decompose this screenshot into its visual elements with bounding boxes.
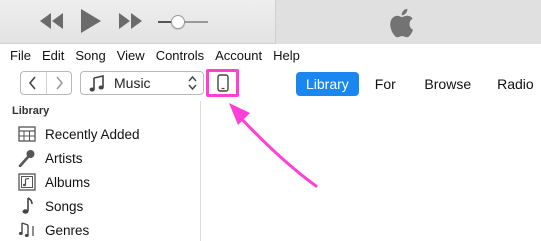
sidebar-item-artists[interactable]: Artists [17,147,83,169]
up-down-chevron-icon [188,75,197,91]
sidebar-item-albums[interactable]: Albums [17,171,90,193]
microphone-icon [17,148,37,168]
media-type-label: Music [114,75,151,91]
apple-logo-icon [390,8,413,38]
back-button[interactable] [21,72,46,94]
sidebar-item-songs[interactable]: Songs [17,195,83,217]
player-bar [0,0,541,44]
volume-slider[interactable] [158,15,208,29]
previous-track-button[interactable] [40,13,64,29]
volume-knob[interactable] [171,15,185,29]
tab-library[interactable]: Library [296,72,359,96]
toolbar: Music Library For You Browse Radio [0,66,541,116]
sidebar: Library Recently Added Artists Albums So… [0,101,201,241]
tab-browse[interactable]: Browse [414,72,481,96]
sidebar-item-genres[interactable]: Genres [17,219,89,241]
genres-icon [17,220,37,240]
sidebar-item-label: Genres [45,222,90,238]
device-button[interactable] [206,69,239,97]
menu-account[interactable]: Account [215,48,262,63]
iphone-icon [216,74,229,92]
tab-for-you[interactable]: For You [365,72,409,116]
forward-button[interactable] [45,72,71,94]
menu-file[interactable]: File [10,48,31,63]
menu-song[interactable]: Song [75,48,105,63]
sidebar-item-label: Artists [45,150,83,166]
rewind-icon [40,13,63,29]
menu-controls[interactable]: Controls [156,48,204,63]
play-button[interactable] [80,9,102,33]
navigation-buttons [20,71,72,95]
fast-forward-icon [119,13,142,29]
chevron-right-icon [56,76,64,90]
chevron-left-icon [29,76,37,90]
next-track-button[interactable] [118,13,142,29]
tab-radio[interactable]: Radio [487,72,541,96]
nav-tabs: Library For You Browse Radio [296,72,541,116]
music-note-icon [89,75,104,92]
sidebar-item-label: Songs [45,198,84,214]
menu-help[interactable]: Help [273,48,300,63]
sidebar-item-recently-added[interactable]: Recently Added [17,123,140,145]
play-icon [81,9,101,33]
sidebar-heading: Library [12,105,50,117]
music-note-icon [17,196,37,216]
menu-view[interactable]: View [117,48,145,63]
menu-edit[interactable]: Edit [42,48,64,63]
grid-calendar-icon [17,124,37,144]
menu-bar: File Edit Song View Controls Account Hel… [0,45,541,65]
main-content [202,101,541,241]
album-icon [17,172,37,192]
sidebar-item-label: Recently Added [45,126,140,142]
sidebar-item-label: Albums [45,174,91,190]
media-type-select[interactable]: Music [80,71,204,95]
now-playing-display [275,0,541,44]
